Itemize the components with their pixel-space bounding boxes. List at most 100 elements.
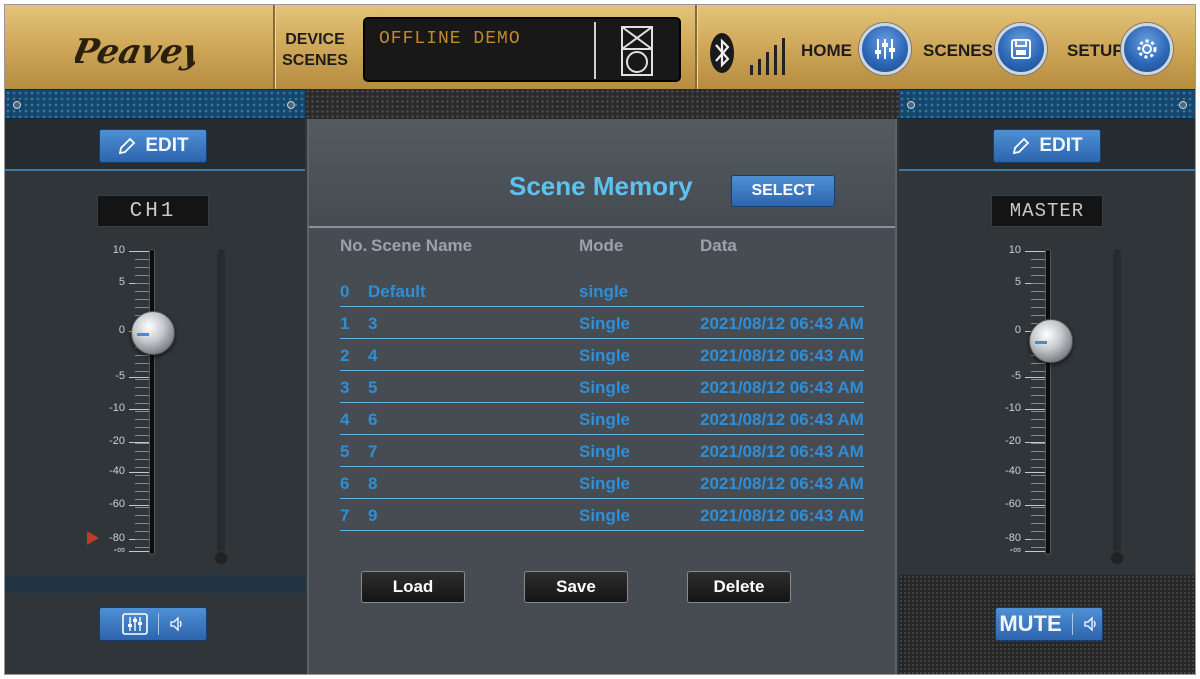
load-button[interactable]: Load — [361, 571, 465, 603]
fader-track[interactable] — [1045, 249, 1051, 555]
scene-name: 5 — [368, 378, 378, 397]
scene-name: 9 — [368, 506, 378, 525]
scene-row[interactable]: 6 8 Single 2021/08/12 06:43 AM — [340, 467, 864, 499]
clip-indicator — [1110, 551, 1124, 565]
scene-date: 2021/08/12 06:43 AM — [700, 410, 864, 429]
speaker-cabinet-icon[interactable] — [620, 25, 654, 77]
scale-minor-tick — [1031, 387, 1045, 388]
scale-label: -5 — [1011, 370, 1021, 382]
channel-strip-ch1: EDIT CH1 10 5 0 -5 -10 -20 -40 -60 -80 -∞ — [5, 119, 305, 674]
divider — [695, 5, 697, 89]
screw-icon — [907, 101, 915, 109]
scale-label: 0 — [118, 324, 125, 336]
scale-minor-tick — [135, 515, 149, 516]
display-divider — [594, 22, 596, 79]
scale-minor-tick — [135, 459, 149, 460]
home-label[interactable]: HOME — [801, 41, 852, 61]
scale-minor-tick — [135, 411, 149, 412]
scene-mode: Single — [579, 314, 631, 333]
scale-minor-tick — [1031, 467, 1045, 468]
pencil-icon — [119, 137, 136, 155]
scene-memory-header: Scene Memory SELECT — [309, 119, 895, 228]
setup-label[interactable]: SETUP — [1067, 41, 1124, 61]
scale-label: 0 — [1014, 324, 1021, 336]
scale-minor-tick — [1031, 491, 1045, 492]
scale-tick — [129, 551, 149, 552]
scale-label: -10 — [109, 402, 125, 414]
scale-minor-tick — [1031, 315, 1045, 316]
scale-minor-tick — [135, 371, 149, 372]
save-button[interactable]: Save — [524, 571, 628, 603]
display-text: OFFLINE DEMO — [379, 29, 521, 49]
scale-minor-tick — [1031, 459, 1045, 460]
speaker-volume-icon — [169, 616, 182, 632]
column-header-data: Data — [700, 236, 737, 255]
app-window: Peavey DEVICE SCENES OFFLINE DEMO HOME S… — [4, 4, 1196, 675]
column-header-mode: Mode — [579, 236, 624, 255]
scene-name: Default — [368, 282, 426, 301]
level-meter — [1113, 249, 1121, 553]
scale-label: -80 — [109, 532, 125, 544]
edit-button[interactable]: EDIT — [993, 129, 1101, 163]
scene-row[interactable]: 0 Default single — [340, 275, 864, 307]
status-display: OFFLINE DEMO — [363, 17, 681, 82]
scenes-button[interactable] — [995, 23, 1047, 75]
channel-header: EDIT — [5, 119, 305, 171]
scale-minor-tick — [135, 443, 149, 444]
scale-minor-tick — [135, 523, 149, 524]
mixer-sliders-icon — [875, 39, 895, 59]
scene-row[interactable]: 2 4 Single 2021/08/12 06:43 AM — [340, 339, 864, 371]
column-header-no: No. — [340, 236, 368, 255]
mute-button[interactable]: MUTE — [995, 607, 1103, 641]
edit-label: EDIT — [1039, 135, 1083, 156]
scene-row[interactable]: 3 5 Single 2021/08/12 06:43 AM — [340, 371, 864, 403]
scale-minor-tick — [135, 259, 149, 260]
scene-row[interactable]: 4 6 Single 2021/08/12 06:43 AM — [340, 403, 864, 435]
setup-button[interactable] — [1121, 23, 1173, 75]
scale-minor-tick — [1031, 307, 1045, 308]
scale-minor-tick — [135, 475, 149, 476]
delete-button[interactable]: Delete — [687, 571, 791, 603]
screw-icon — [1179, 101, 1187, 109]
scene-no: 1 — [340, 314, 350, 333]
scale-minor-tick — [135, 499, 149, 500]
scale-tick — [1025, 551, 1045, 552]
scale-tick — [1025, 409, 1045, 410]
speaker-volume-icon — [1084, 616, 1096, 632]
scale-label: -60 — [1005, 498, 1021, 510]
scene-row[interactable]: 7 9 Single 2021/08/12 06:43 AM — [340, 499, 864, 531]
scale-minor-tick — [1031, 363, 1045, 364]
fader-knob[interactable] — [131, 311, 175, 355]
edit-button[interactable]: EDIT — [99, 129, 207, 163]
scale-minor-tick — [135, 491, 149, 492]
scene-date: 2021/08/12 06:43 AM — [700, 378, 864, 397]
scale-minor-tick — [1031, 515, 1045, 516]
home-button[interactable] — [859, 23, 911, 75]
scale-minor-tick — [135, 507, 149, 508]
channel-mixer-mute-button[interactable] — [99, 607, 207, 641]
scale-minor-tick — [135, 291, 149, 292]
device-scenes-button[interactable]: DEVICE SCENES — [275, 29, 355, 71]
select-button[interactable]: SELECT — [731, 175, 835, 207]
edit-label: EDIT — [145, 135, 189, 156]
channel-divider-band — [5, 575, 305, 593]
scale-minor-tick — [135, 307, 149, 308]
scale-tick — [129, 472, 149, 473]
scale-label: -40 — [109, 465, 125, 477]
scale-label: -10 — [1005, 402, 1021, 414]
scale-label: -20 — [109, 435, 125, 447]
mixer-sliders-icon — [121, 613, 148, 635]
scene-row[interactable]: 1 3 Single 2021/08/12 06:43 AM — [340, 307, 864, 339]
scene-date: 2021/08/12 06:43 AM — [700, 314, 864, 333]
fader-knob[interactable] — [1029, 319, 1073, 363]
scene-row[interactable]: 5 7 Single 2021/08/12 06:43 AM — [340, 435, 864, 467]
scenes-label[interactable]: SCENES — [923, 41, 993, 61]
scale-label: -∞ — [113, 544, 125, 556]
scale-label: -40 — [1005, 465, 1021, 477]
scene-mode: Single — [579, 410, 631, 429]
peavey-logo: Peavey — [75, 32, 195, 72]
scene-mode: Single — [579, 474, 631, 493]
scene-mode: Single — [579, 442, 631, 461]
fader-track[interactable] — [149, 249, 155, 555]
bluetooth-icon[interactable] — [709, 31, 735, 75]
